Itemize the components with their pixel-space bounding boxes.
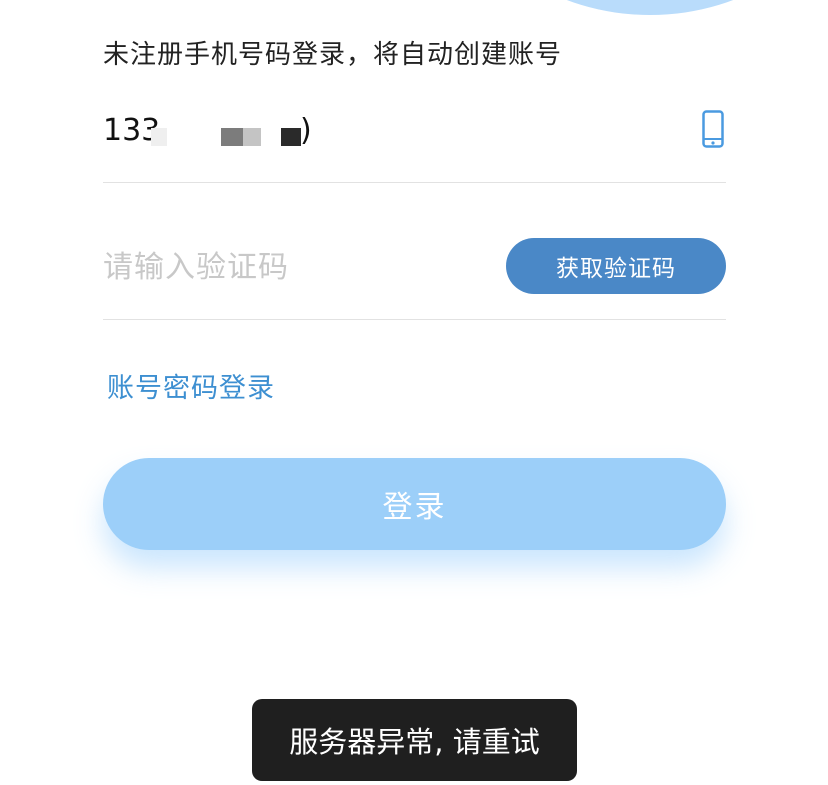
register-hint: 未注册手机号码登录，将自动创建账号 bbox=[103, 40, 563, 70]
divider bbox=[103, 319, 726, 320]
mobile-phone-icon bbox=[702, 110, 724, 148]
masked-digit bbox=[243, 128, 261, 146]
login-button[interactable]: 登录 bbox=[103, 458, 726, 550]
verification-code-input[interactable] bbox=[103, 243, 483, 291]
phone-number-tail: ) bbox=[300, 113, 312, 148]
error-toast: 服务器异常, 请重试 bbox=[252, 699, 577, 781]
masked-digit bbox=[221, 128, 243, 146]
login-screen: 未注册手机号码登录，将自动创建账号 133 ) 获取验证码 账号密码登录 登录 … bbox=[0, 0, 828, 785]
masked-digit bbox=[281, 128, 301, 146]
masked-digit bbox=[151, 128, 167, 146]
divider bbox=[103, 182, 726, 183]
get-code-button[interactable]: 获取验证码 bbox=[506, 238, 726, 294]
decorative-arc bbox=[470, 0, 828, 15]
phone-field[interactable]: 133 ) bbox=[103, 100, 726, 182]
password-login-link[interactable]: 账号密码登录 bbox=[107, 366, 275, 405]
